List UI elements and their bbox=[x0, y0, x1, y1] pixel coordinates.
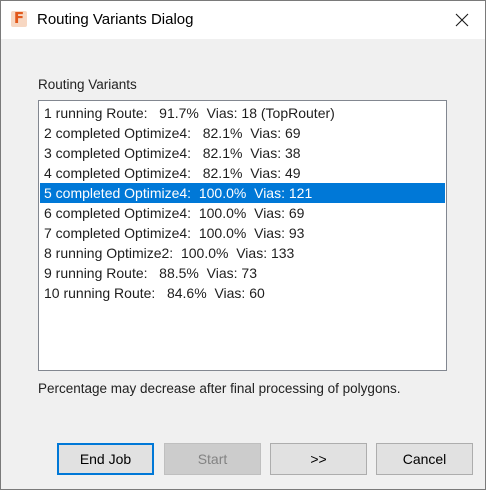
routing-variants-label: Routing Variants bbox=[38, 77, 137, 92]
variant-list-item[interactable]: 1 running Route: 91.7% Vias: 18 (TopRout… bbox=[40, 103, 445, 123]
end-job-button[interactable]: End Job bbox=[57, 443, 154, 475]
close-icon bbox=[455, 13, 469, 27]
variant-list-item[interactable]: 3 completed Optimize4: 82.1% Vias: 38 bbox=[40, 143, 445, 163]
app-logo-icon: F bbox=[11, 11, 27, 27]
variant-list-item[interactable]: 6 completed Optimize4: 100.0% Vias: 69 bbox=[40, 203, 445, 223]
routing-variants-dialog: F Routing Variants Dialog Routing Varian… bbox=[0, 0, 486, 490]
cancel-button[interactable]: Cancel bbox=[376, 443, 473, 475]
polygon-processing-note: Percentage may decrease after final proc… bbox=[38, 381, 401, 396]
routing-variants-list[interactable]: 1 running Route: 91.7% Vias: 18 (TopRout… bbox=[38, 100, 447, 371]
variant-list-item[interactable]: 2 completed Optimize4: 82.1% Vias: 69 bbox=[40, 123, 445, 143]
title-bar[interactable]: F Routing Variants Dialog bbox=[1, 1, 485, 39]
app-logo-letter: F bbox=[13, 11, 25, 27]
variant-list-item[interactable]: 8 running Optimize2: 100.0% Vias: 133 bbox=[40, 243, 445, 263]
variant-list-item[interactable]: 7 completed Optimize4: 100.0% Vias: 93 bbox=[40, 223, 445, 243]
next-button[interactable]: >> bbox=[270, 443, 367, 475]
start-button: Start bbox=[164, 443, 261, 475]
window-title: Routing Variants Dialog bbox=[37, 11, 194, 28]
variant-list-item[interactable]: 9 running Route: 88.5% Vias: 73 bbox=[40, 263, 445, 283]
variant-list-item[interactable]: 10 running Route: 84.6% Vias: 60 bbox=[40, 283, 445, 303]
close-button[interactable] bbox=[439, 1, 485, 39]
variant-list-item[interactable]: 5 completed Optimize4: 100.0% Vias: 121 bbox=[40, 183, 445, 203]
variant-list-item[interactable]: 4 completed Optimize4: 82.1% Vias: 49 bbox=[40, 163, 445, 183]
